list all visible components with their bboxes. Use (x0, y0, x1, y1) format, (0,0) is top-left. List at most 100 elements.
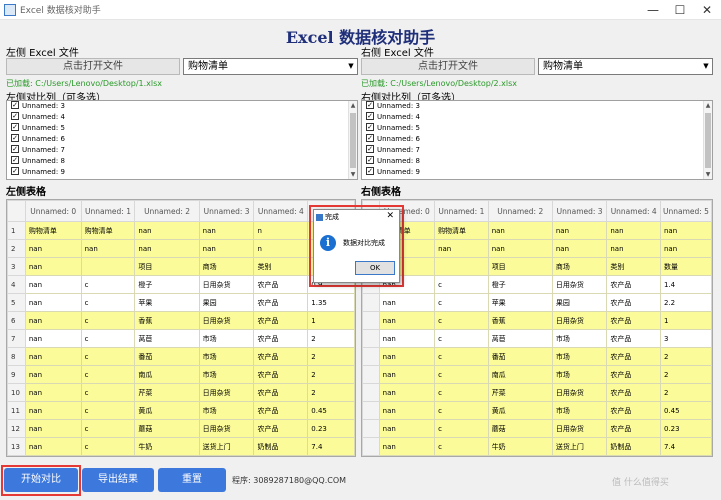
table-cell[interactable]: n (253, 221, 309, 240)
table-cell[interactable]: 1 (307, 311, 355, 330)
table-cell[interactable]: 0.45 (307, 401, 355, 420)
table-cell[interactable]: 送货上门 (198, 437, 255, 456)
column-header[interactable]: Unnamed: 4 (606, 200, 661, 222)
table-cell[interactable] (434, 257, 489, 276)
table-cell[interactable]: c (80, 401, 136, 420)
table-cell[interactable]: 农产品 (253, 293, 309, 312)
table-cell[interactable]: 市场 (198, 401, 255, 420)
table-cell[interactable]: c (80, 311, 136, 330)
table-cell[interactable]: nan (659, 239, 712, 258)
checkbox-icon[interactable]: ✓ (11, 134, 19, 142)
table-cell[interactable]: 项目 (134, 257, 200, 276)
table-cell[interactable]: nan (198, 239, 255, 258)
table-cell[interactable]: 农产品 (606, 419, 661, 438)
checkbox-icon[interactable]: ✓ (11, 112, 19, 120)
table-cell[interactable]: 农产品 (253, 275, 309, 294)
table-cell[interactable]: 农产品 (253, 311, 309, 330)
table-cell[interactable]: nan (24, 257, 82, 276)
table-cell[interactable]: 果园 (551, 293, 608, 312)
checkbox-icon[interactable]: ✓ (11, 167, 19, 175)
table-cell[interactable]: 黄瓜 (134, 401, 200, 420)
checkbox-icon[interactable]: ✓ (366, 123, 374, 131)
left-compare-list[interactable]: ✓ Unnamed: 3 ✓ Unnamed: 4 ✓ Unnamed: 5 ✓ Unname… (6, 100, 358, 180)
right-compare-item[interactable]: ✓ Unnamed: 8 (362, 156, 712, 167)
column-header[interactable]: Unnamed: 0 (24, 200, 82, 222)
checkbox-icon[interactable]: ✓ (11, 156, 19, 164)
table-cell[interactable]: nan (378, 401, 436, 420)
table-cell[interactable]: 日用杂货 (551, 275, 608, 294)
table-cell[interactable]: 莴苣 (487, 329, 553, 348)
table-cell[interactable]: 蘑菇 (134, 419, 200, 438)
checkbox-icon[interactable]: ✓ (366, 145, 374, 153)
right-compare-list[interactable]: ✓ Unnamed: 3 ✓ Unnamed: 4 ✓ Unnamed: 5 ✓ Unname… (361, 100, 713, 180)
table-cell[interactable]: nan (434, 239, 489, 258)
table-cell[interactable]: c (80, 347, 136, 366)
table-cell[interactable]: 2 (659, 347, 712, 366)
table-cell[interactable]: 农产品 (253, 329, 309, 348)
table-cell[interactable]: 2 (307, 383, 355, 402)
dialog-ok-button[interactable]: OK (355, 261, 395, 275)
table-cell[interactable]: 农产品 (606, 293, 661, 312)
left-compare-item[interactable]: ✓ Unnamed: 8 (7, 156, 357, 167)
table-cell[interactable]: nan (134, 239, 200, 258)
column-header[interactable]: Unnamed: 1 (434, 200, 489, 222)
table-cell[interactable]: 商场 (198, 257, 255, 276)
dialog-close-button[interactable]: ✕ (386, 211, 394, 221)
scroll-down-icon[interactable]: ▼ (349, 170, 357, 179)
table-cell[interactable]: 数量 (659, 257, 712, 276)
table-cell[interactable]: 市场 (198, 329, 255, 348)
table-cell[interactable]: 2 (659, 383, 712, 402)
table-cell[interactable]: c (80, 383, 136, 402)
right-compare-item[interactable]: ✓ Unnamed: 5 (362, 123, 712, 134)
column-header[interactable]: Unnamed: 1 (80, 200, 136, 222)
column-header[interactable]: Unnamed: 2 (487, 200, 553, 222)
table-cell[interactable]: 日用杂货 (551, 419, 608, 438)
table-cell[interactable]: nan (24, 239, 82, 258)
table-cell[interactable]: 送货上门 (551, 437, 608, 456)
table-cell[interactable]: c (434, 419, 489, 438)
table-cell[interactable]: c (434, 437, 489, 456)
table-cell[interactable]: 2.2 (659, 293, 712, 312)
table-cell[interactable]: c (434, 329, 489, 348)
table-cell[interactable]: 农产品 (253, 365, 309, 384)
right-compare-item[interactable]: ✓ Unnamed: 6 (362, 134, 712, 145)
table-cell[interactable]: 购物清单 (434, 221, 489, 240)
table-cell[interactable]: 黄瓜 (487, 401, 553, 420)
table-cell[interactable]: nan (134, 221, 200, 240)
table-cell[interactable]: 类别 (606, 257, 661, 276)
table-cell[interactable]: 农产品 (606, 275, 661, 294)
table-cell[interactable]: c (434, 401, 489, 420)
table-cell[interactable]: nan (24, 419, 82, 438)
table-cell[interactable]: 农产品 (606, 383, 661, 402)
checkbox-icon[interactable]: ✓ (366, 112, 374, 120)
right-compare-item[interactable]: ✓ Unnamed: 9 (362, 167, 712, 178)
table-cell[interactable]: 1.35 (307, 293, 355, 312)
right-compare-item[interactable]: ✓ Unnamed: 4 (362, 112, 712, 123)
table-cell[interactable]: 2 (307, 347, 355, 366)
checkbox-icon[interactable]: ✓ (366, 156, 374, 164)
table-cell[interactable]: 农产品 (606, 311, 661, 330)
table-cell[interactable]: nan (487, 221, 553, 240)
table-cell[interactable]: nan (551, 239, 608, 258)
table-cell[interactable]: 3 (659, 329, 712, 348)
table-cell[interactable]: nan (24, 311, 82, 330)
table-cell[interactable]: c (80, 329, 136, 348)
table-cell[interactable]: nan (378, 293, 436, 312)
scroll-thumb[interactable] (350, 113, 356, 168)
table-cell[interactable]: nan (378, 347, 436, 366)
table-cell[interactable]: 莴苣 (134, 329, 200, 348)
right-compare-item[interactable]: ✓ Unnamed: 3 (362, 101, 712, 112)
table-cell[interactable]: c (80, 275, 136, 294)
scroll-up-icon[interactable]: ▲ (349, 101, 357, 110)
table-cell[interactable]: 市场 (551, 365, 608, 384)
table-cell[interactable]: c (434, 293, 489, 312)
table-cell[interactable]: 0.45 (659, 401, 712, 420)
table-cell[interactable]: 购物清单 (24, 221, 82, 240)
left-open-file-button[interactable]: 点击打开文件 (6, 58, 180, 75)
close-button[interactable]: ✕ (694, 0, 720, 20)
table-cell[interactable]: c (434, 275, 489, 294)
scroll-up-icon[interactable]: ▲ (704, 101, 712, 110)
table-cell[interactable] (80, 257, 136, 276)
table-cell[interactable]: 南瓜 (134, 365, 200, 384)
table-cell[interactable]: c (80, 293, 136, 312)
